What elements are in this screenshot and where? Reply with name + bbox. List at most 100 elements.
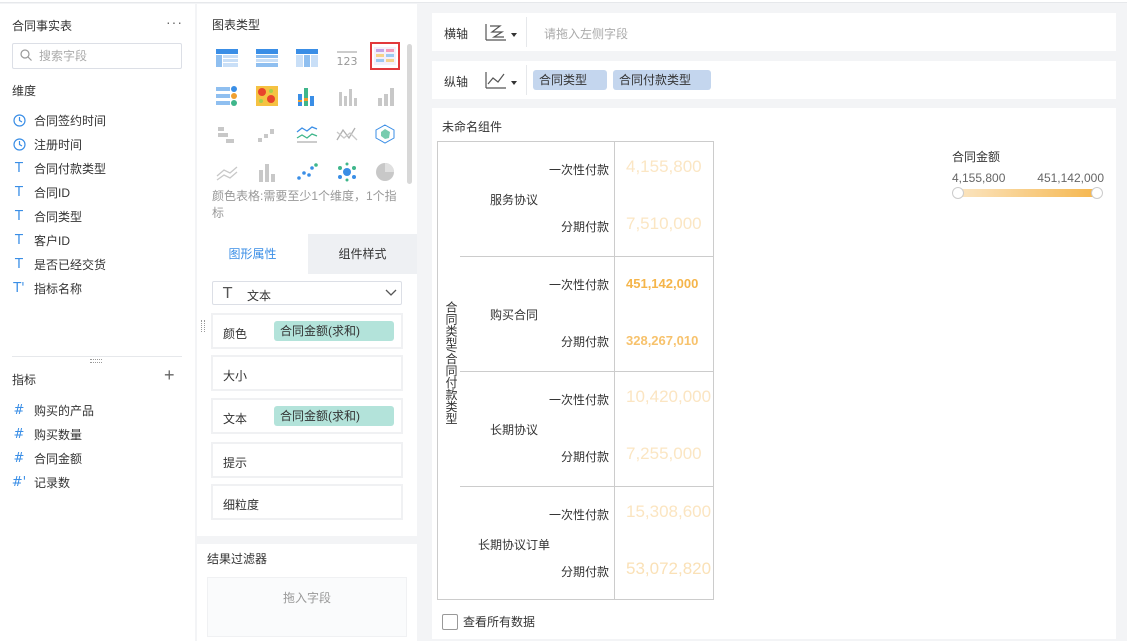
mark-type-select[interactable]: T 文本 (212, 281, 402, 305)
tab-graphic-properties[interactable]: 图形属性 (197, 234, 308, 274)
text-type-icon: T (15, 232, 23, 248)
scatter-chart-icon[interactable] (292, 158, 322, 186)
size-label: 大小 (223, 369, 248, 383)
gantt-icon[interactable] (212, 120, 242, 148)
column-compare-icon[interactable] (252, 158, 282, 186)
payment-type-label: 一次性付款 (548, 278, 609, 292)
field-item[interactable]: # 购买的产品 (12, 400, 94, 420)
color-field-pill[interactable]: 合同金额(求和) (274, 321, 394, 341)
field-panel: 合同事实表 ··· 维度 合同签约时间注册时间 T 合同付款类型 T 合同ID T 合同类型… (0, 4, 195, 641)
payment-type-label: 分期付款 (560, 450, 609, 464)
grouped-table-icon[interactable] (212, 82, 242, 110)
axis-sort-icon[interactable] (484, 22, 508, 42)
field-item[interactable]: 注册时间 (12, 134, 82, 154)
chart-types-scrollbar[interactable] (407, 44, 412, 184)
category-label: 长期协议订单 (477, 538, 550, 552)
table-value-cell[interactable]: 4,155,800 (626, 157, 702, 177)
field-item[interactable]: T 是否已经交货 (12, 254, 106, 274)
field-item[interactable]: T 合同类型 (12, 206, 82, 226)
search-input[interactable] (39, 47, 177, 65)
radar-chart-icon[interactable] (370, 120, 400, 148)
field-item[interactable]: #' 记录数 (12, 472, 70, 492)
svg-text:123: 123 (337, 55, 358, 67)
tooltip-property[interactable]: 提示 (212, 443, 402, 477)
group-divider (460, 256, 714, 257)
table-chart-icon[interactable] (212, 44, 242, 72)
y-field-pill-payment-type[interactable]: 合同付款类型 (613, 70, 711, 90)
field-label: 合同金额 (34, 451, 83, 466)
multi-bar-icon[interactable] (292, 82, 322, 110)
table-value-cell[interactable]: 451,142,000 (626, 276, 698, 291)
x-axis-drop-zone[interactable]: 请拖入左侧字段 (544, 25, 628, 42)
table-value-cell[interactable]: 10,420,000 (626, 387, 711, 407)
table-value-cell[interactable]: 7,255,000 (626, 444, 702, 464)
x-axis-dropdown-caret[interactable] (511, 33, 517, 37)
config-panel: 图表类型 123 颜色表格:需要至少1个维度，1个指标 图形属性 组件样式 T … (197, 4, 417, 641)
area-line-icon[interactable] (332, 120, 362, 148)
field-label: 合同签约时间 (34, 113, 107, 128)
filter-drop-zone[interactable]: 拖入字段 (207, 577, 407, 637)
detail-table-icon[interactable] (292, 44, 322, 72)
stacked-bar-icon[interactable] (370, 82, 400, 110)
resize-handle[interactable] (90, 359, 102, 363)
line-chart-icon[interactable] (292, 120, 322, 148)
kpi-number-icon[interactable]: 123 (332, 44, 362, 72)
field-label: 记录数 (34, 475, 71, 490)
granularity-property[interactable]: 细粒度 (212, 485, 402, 519)
bubble-cluster-icon[interactable] (332, 158, 362, 186)
tab-component-style[interactable]: 组件样式 (308, 234, 417, 274)
show-all-checkbox[interactable] (442, 613, 458, 630)
axis-line-icon[interactable] (484, 70, 508, 90)
field-item[interactable]: 合同签约时间 (12, 110, 106, 130)
field-item[interactable]: # 购买数量 (12, 424, 82, 444)
area-chart-icon[interactable] (212, 158, 242, 186)
legend-min-handle[interactable] (952, 187, 964, 199)
table-value-cell[interactable]: 53,072,820 (626, 559, 711, 579)
field-label: 合同ID (34, 185, 71, 200)
field-search[interactable] (12, 43, 182, 69)
heatmap-icon[interactable] (252, 82, 282, 110)
category-label: 服务协议 (489, 193, 538, 207)
drag-handle-icon[interactable] (201, 320, 205, 332)
field-item[interactable]: T' 指标名称 (12, 278, 82, 298)
size-property[interactable]: 大小 (212, 356, 402, 390)
table-value-cell[interactable]: 15,308,600 (626, 502, 711, 522)
show-all-data-toggle[interactable]: 查看所有数据 (442, 613, 535, 630)
legend-max: 451,142,000 (1037, 171, 1104, 185)
bar-chart-icon[interactable] (332, 82, 362, 110)
text-property[interactable]: 文本 合同金额(求和) (212, 399, 402, 433)
table-value-cell[interactable]: 328,267,010 (626, 333, 698, 348)
color-property[interactable]: 颜色 合同金额(求和) (212, 314, 402, 348)
y-axis-dropdown-caret[interactable] (511, 81, 517, 85)
table-value-cell[interactable]: 7,510,000 (626, 214, 702, 234)
text-field-pill[interactable]: 合同金额(求和) (274, 406, 394, 426)
color-label: 颜色 (223, 327, 248, 341)
waterfall-icon[interactable] (252, 120, 282, 148)
component-title[interactable]: 未命名组件 (442, 118, 502, 135)
y-axis-label: 纵轴 (444, 75, 469, 89)
field-item[interactable]: T 客户ID (12, 230, 70, 250)
more-options-icon[interactable]: ··· (166, 14, 183, 30)
number-type-icon: # (13, 426, 25, 442)
payment-type-label: 分期付款 (560, 565, 609, 579)
chart-type-hint: 颜色表格:需要至少1个维度，1个指标 (212, 189, 397, 220)
cross-table-icon[interactable] (252, 44, 282, 72)
field-label: 注册时间 (34, 137, 83, 152)
field-item[interactable]: T 合同ID (12, 182, 70, 202)
category-label: 购买合同 (489, 308, 538, 322)
field-label: 是否已经交货 (34, 257, 107, 272)
x-axis-bar: 横轴 请拖入左侧字段 (432, 13, 1116, 51)
add-measure-icon[interactable]: + (164, 366, 175, 384)
pie-chart-icon[interactable] (370, 158, 400, 186)
color-table-icon[interactable] (370, 42, 400, 70)
y-field-pill-contract-type[interactable]: 合同类型 (533, 70, 607, 90)
field-item[interactable]: T 合同付款类型 (12, 158, 106, 178)
text-calc-icon: T' (13, 280, 25, 296)
legend-max-handle[interactable] (1091, 187, 1103, 199)
text-type-icon: T (15, 184, 23, 200)
field-label: 购买的产品 (34, 403, 95, 418)
text-mark-icon: T (223, 284, 233, 302)
dimensions-label: 维度 (12, 84, 37, 98)
field-item[interactable]: # 合同金额 (12, 448, 82, 468)
legend-title: 合同金额 (952, 150, 1001, 164)
